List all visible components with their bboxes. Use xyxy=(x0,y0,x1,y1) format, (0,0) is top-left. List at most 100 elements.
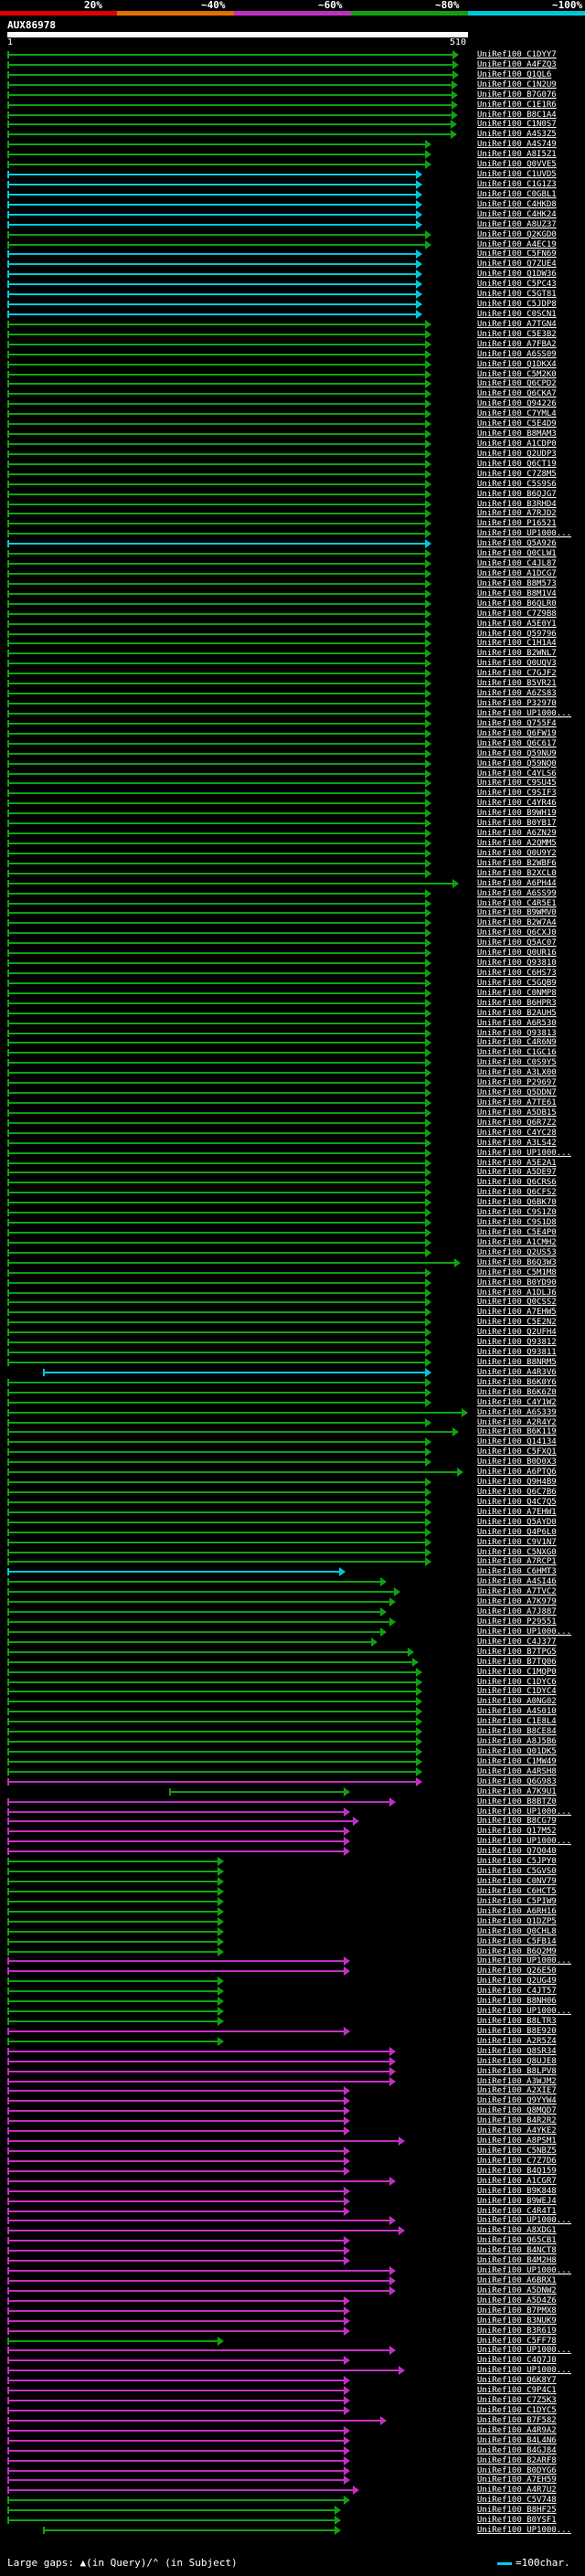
hit-id-link[interactable]: UniRef100_C1MW49 xyxy=(477,1757,557,1766)
hit-id-link[interactable]: UniRef100_B2ARF8 xyxy=(477,2456,557,2465)
hit-id-link[interactable]: UniRef100_UP1000... xyxy=(477,1956,571,1966)
hit-id-link[interactable]: UniRef100_A8PSM1 xyxy=(477,2136,557,2146)
hit-id-link[interactable]: UniRef100_A1CGR7 xyxy=(477,2177,557,2186)
hit-id-link[interactable]: UniRef100_A7RCP1 xyxy=(477,1557,557,1566)
hit-id-link[interactable]: UniRef100_A6BRX1 xyxy=(477,2276,557,2285)
hit-id-link[interactable]: UniRef100_A4FZQ3 xyxy=(477,60,557,69)
hit-id-link[interactable]: UniRef100_C1G1Z3 xyxy=(477,180,557,189)
hit-id-link[interactable]: UniRef100_B5VR21 xyxy=(477,679,557,688)
hit-id-link[interactable]: UniRef100_C1DYC6 xyxy=(477,1678,557,1687)
hit-id-link[interactable]: UniRef100_A7TE61 xyxy=(477,1098,557,1108)
hit-id-link[interactable]: UniRef100_C9S1D8 xyxy=(477,1218,557,1227)
hit-id-link[interactable]: UniRef100_B3RHD4 xyxy=(477,500,557,509)
hit-id-link[interactable]: UniRef100_Q93811 xyxy=(477,1348,557,1357)
hit-id-link[interactable]: UniRef100_A7J887 xyxy=(477,1607,557,1617)
hit-id-link[interactable]: UniRef100_Q2UG49 xyxy=(477,1977,557,1986)
hit-id-link[interactable]: UniRef100_C7Z7D6 xyxy=(477,2157,557,2166)
hit-id-link[interactable]: UniRef100_A0NG02 xyxy=(477,1697,557,1706)
hit-id-link[interactable]: UniRef100_Q0CLW1 xyxy=(477,549,557,558)
hit-id-link[interactable]: UniRef100_Q59NQ0 xyxy=(477,759,557,769)
hit-id-link[interactable]: UniRef100_C5NXG0 xyxy=(477,1548,557,1557)
hit-id-link[interactable]: UniRef100_B9WH19 xyxy=(477,809,557,818)
hit-id-link[interactable]: UniRef100_C4YLS6 xyxy=(477,769,557,779)
hit-id-link[interactable]: UniRef100_Q26E50 xyxy=(477,1966,557,1976)
hit-id-link[interactable]: UniRef100_B0YD90 xyxy=(477,1278,557,1288)
hit-id-link[interactable]: UniRef100_B8HF25 xyxy=(477,2506,557,2515)
hit-id-link[interactable]: UniRef100_Q17M52 xyxy=(477,1827,557,1836)
hit-id-link[interactable]: UniRef100_C7Z5K3 xyxy=(477,2396,557,2405)
hit-id-link[interactable]: UniRef100_Q0VVE5 xyxy=(477,160,557,169)
hit-id-link[interactable]: UniRef100_C4YR46 xyxy=(477,799,557,808)
hit-id-link[interactable]: UniRef100_A4RSH8 xyxy=(477,1767,557,1776)
hit-id-link[interactable]: UniRef100_Q65CB1 xyxy=(477,2236,557,2245)
hit-id-link[interactable]: UniRef100_A1DLJ6 xyxy=(477,1288,557,1298)
hit-id-link[interactable]: UniRef100_C5JPY0 xyxy=(477,1857,557,1866)
hit-id-link[interactable]: UniRef100_A7RJD2 xyxy=(477,509,557,518)
hit-id-link[interactable]: UniRef100_C4JT57 xyxy=(477,1987,557,1996)
hit-id-link[interactable]: UniRef100_B7F582 xyxy=(477,2416,557,2425)
hit-id-link[interactable]: UniRef100_Q6CFS2 xyxy=(477,1188,557,1197)
hit-id-link[interactable]: UniRef100_A5E2A1 xyxy=(477,1159,557,1168)
hit-id-link[interactable]: UniRef100_B4R2R2 xyxy=(477,2116,557,2125)
hit-id-link[interactable]: UniRef100_A7K979 xyxy=(477,1597,557,1606)
hit-id-link[interactable]: UniRef100_C5M1M8 xyxy=(477,1268,557,1277)
hit-id-link[interactable]: UniRef100_A1CDP0 xyxy=(477,440,557,449)
hit-id-link[interactable]: UniRef100_A7K9U1 xyxy=(477,1787,557,1797)
hit-id-link[interactable]: UniRef100_UP1000... xyxy=(477,2216,571,2225)
hit-id-link[interactable]: UniRef100_A5DE97 xyxy=(477,1168,557,1177)
hit-id-link[interactable]: UniRef100_A8J5B6 xyxy=(477,1737,557,1746)
hit-id-link[interactable]: UniRef100_C5E4D9 xyxy=(477,419,557,429)
hit-id-link[interactable]: UniRef100_Q5DDN7 xyxy=(477,1088,557,1097)
hit-id-link[interactable]: UniRef100_B8M1V4 xyxy=(477,589,557,599)
hit-id-link[interactable]: UniRef100_Q2US53 xyxy=(477,1248,557,1257)
hit-id-link[interactable]: UniRef100_B7TPG5 xyxy=(477,1648,557,1657)
hit-id-link[interactable]: UniRef100_A6R530 xyxy=(477,1019,557,1028)
hit-id-link[interactable]: UniRef100_C5FXQ1 xyxy=(477,1447,557,1457)
hit-id-link[interactable]: UniRef100_A6PH44 xyxy=(477,879,557,888)
hit-id-link[interactable]: UniRef100_Q6BK70 xyxy=(477,1198,557,1207)
hit-id-link[interactable]: UniRef100_Q9H4B9 xyxy=(477,1478,557,1487)
hit-id-link[interactable]: UniRef100_C4R4T1 xyxy=(477,2207,557,2216)
hit-id-link[interactable]: UniRef100_C5E4P0 xyxy=(477,1228,557,1237)
hit-id-link[interactable]: UniRef100_B8NRM5 xyxy=(477,1358,557,1367)
hit-id-link[interactable]: UniRef100_B8LTR3 xyxy=(477,2017,557,2026)
hit-id-link[interactable]: UniRef100_B0DYG6 xyxy=(477,2466,557,2475)
hit-id-link[interactable]: UniRef100_A5DB15 xyxy=(477,1108,557,1118)
hit-id-link[interactable]: UniRef100_UP1000... xyxy=(477,709,571,718)
hit-id-link[interactable]: UniRef100_B6Q2M9 xyxy=(477,1947,557,1956)
hit-id-link[interactable]: UniRef100_C6HS73 xyxy=(477,969,557,978)
hit-id-link[interactable]: UniRef100_Q2UFH4 xyxy=(477,1328,557,1337)
hit-id-link[interactable]: UniRef100_A4R3V6 xyxy=(477,1368,557,1377)
hit-id-link[interactable]: UniRef100_Q1DKX4 xyxy=(477,360,557,369)
hit-id-link[interactable]: UniRef100_C1H1A4 xyxy=(477,639,557,648)
hit-id-link[interactable]: UniRef100_UP1000... xyxy=(477,1149,571,1158)
hit-id-link[interactable]: UniRef100_B4M2H8 xyxy=(477,2256,557,2265)
hit-id-link[interactable]: UniRef100_C4HK24 xyxy=(477,210,557,219)
hit-id-link[interactable]: UniRef100_A3LS42 xyxy=(477,1139,557,1148)
hit-id-link[interactable]: UniRef100_B4NCT8 xyxy=(477,2246,557,2255)
hit-id-link[interactable]: UniRef100_C5NBZ5 xyxy=(477,2147,557,2156)
hit-id-link[interactable]: UniRef100_B0YSF1 xyxy=(477,2516,557,2525)
hit-id-link[interactable]: UniRef100_B8LPV8 xyxy=(477,2067,557,2076)
hit-id-link[interactable]: UniRef100_A5E0Y1 xyxy=(477,620,557,629)
hit-id-link[interactable]: UniRef100_Q755F4 xyxy=(477,719,557,728)
hit-id-link[interactable]: UniRef100_Q5AC07 xyxy=(477,938,557,948)
hit-id-link[interactable]: UniRef100_Q7ZUE4 xyxy=(477,260,557,269)
hit-id-link[interactable]: UniRef100_UP1000... xyxy=(477,2346,571,2355)
hit-id-link[interactable]: UniRef100_C0SCN1 xyxy=(477,310,557,319)
hit-id-link[interactable]: UniRef100_A4YKE2 xyxy=(477,2126,557,2136)
hit-id-link[interactable]: UniRef100_C0S9Y5 xyxy=(477,1058,557,1067)
hit-id-link[interactable]: UniRef100_Q8UJE8 xyxy=(477,2057,557,2066)
hit-id-link[interactable]: UniRef100_A4R9A2 xyxy=(477,2426,557,2435)
hit-id-link[interactable]: UniRef100_Q1DW36 xyxy=(477,270,557,279)
hit-id-link[interactable]: UniRef100_B8MAM3 xyxy=(477,429,557,439)
hit-id-link[interactable]: UniRef100_P16521 xyxy=(477,519,557,528)
hit-id-link[interactable]: UniRef100_B9WEJ4 xyxy=(477,2197,557,2206)
hit-id-link[interactable]: UniRef100_UP1000... xyxy=(477,1837,571,1846)
hit-id-link[interactable]: UniRef100_C4R6N9 xyxy=(477,1038,557,1047)
hit-id-link[interactable]: UniRef100_Q6CPD2 xyxy=(477,379,557,388)
hit-id-link[interactable]: UniRef100_A2QMM5 xyxy=(477,839,557,848)
hit-id-link[interactable]: UniRef100_B8CG79 xyxy=(477,1817,557,1826)
hit-id-link[interactable]: UniRef100_C5E2N2 xyxy=(477,1318,557,1327)
hit-id-link[interactable]: UniRef100_B8E920 xyxy=(477,2027,557,2036)
